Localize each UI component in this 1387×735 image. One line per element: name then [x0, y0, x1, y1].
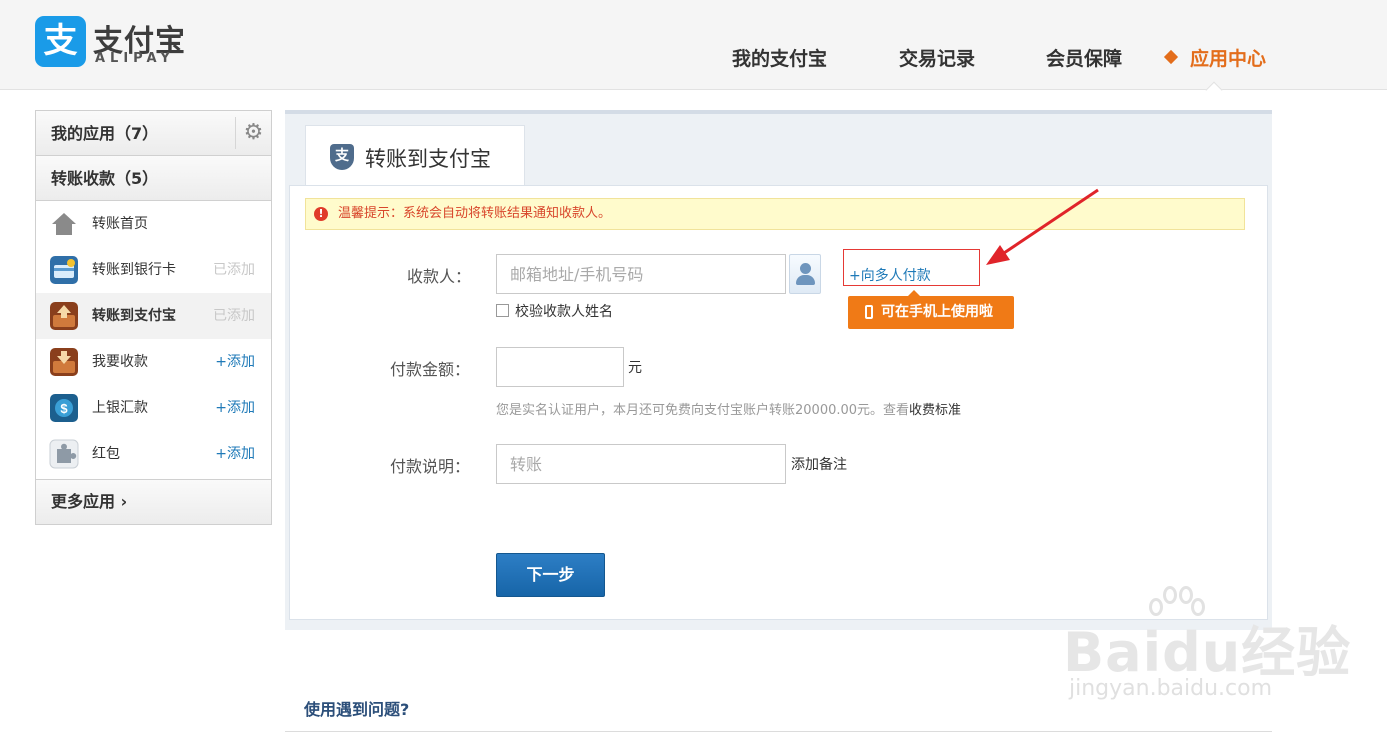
sidebar-item-bank-card[interactable]: 转账到银行卡 已添加 — [36, 247, 271, 293]
gear-icon[interactable]: ⚙ — [235, 117, 271, 149]
mobile-phone-icon — [865, 305, 873, 319]
amount-unit: 元 — [628, 360, 642, 376]
puzzle-icon — [49, 439, 79, 469]
added-status: 已添加 — [213, 262, 255, 278]
sidebar-transfer-group-label: 转账收款（5） — [51, 169, 159, 188]
watermark-sub: jingyan.baidu.com — [1069, 676, 1273, 701]
verify-name-option[interactable]: 校验收款人姓名 — [496, 301, 613, 321]
sidebar-item-red-packet[interactable]: 红包 +添加 — [36, 431, 271, 477]
fee-standard-link[interactable]: 收费标准 — [909, 403, 961, 418]
sidebar-item-transfer-home[interactable]: 转账首页 — [36, 201, 271, 247]
more-apps-label: 更多应用 — [51, 492, 116, 511]
alipay-transfer-icon — [50, 302, 78, 330]
sidebar-item-label: 转账到银行卡 — [92, 262, 176, 278]
add-app-link[interactable]: +添加 — [215, 339, 255, 385]
sidebar-my-apps-label: 我的应用（7） — [51, 124, 159, 143]
transfer-main-area: 支 转账到支付宝 ! 温馨提示：系统会自动将转账结果通知收款人。 收款人： +向… — [285, 110, 1272, 630]
receive-icon — [50, 348, 78, 376]
sidebar-transfer-group[interactable]: 转账收款（5） — [36, 156, 271, 201]
added-status: 已添加 — [213, 308, 255, 324]
warning-icon: ! — [314, 207, 328, 221]
note-input[interactable] — [496, 444, 786, 484]
verify-name-checkbox[interactable] — [496, 304, 509, 317]
note-label: 付款说明： — [390, 457, 471, 476]
nav-my-alipay[interactable]: 我的支付宝 — [732, 44, 827, 71]
payee-label: 收款人： — [407, 267, 472, 286]
tab-label: 转账到支付宝 — [365, 147, 491, 171]
nav-active-caret-icon — [1205, 81, 1223, 99]
sidebar-item-label: 我要收款 — [92, 354, 148, 370]
sidebar-more-apps[interactable]: 更多应用 › — [36, 479, 271, 524]
alipay-shield-icon: 支 — [330, 144, 354, 170]
sidebar-item-receive[interactable]: 我要收款 +添加 — [36, 339, 271, 385]
sidebar-item-label: 转账到支付宝 — [92, 308, 176, 324]
home-icon — [52, 213, 76, 235]
bank-card-icon — [50, 256, 78, 284]
sidebar-item-remittance[interactable]: $ 上银汇款 +添加 — [36, 385, 271, 431]
annotation-arrow-icon — [986, 188, 1099, 265]
top-header: 支 支付宝 ALIPAY 我的支付宝 交易记录 会员保障 应用中心 — [0, 0, 1387, 99]
verify-name-label: 校验收款人姓名 — [515, 304, 613, 320]
alipay-logo-icon: 支 — [35, 16, 86, 67]
sidebar-item-transfer-alipay[interactable]: 转账到支付宝 已添加 — [36, 293, 271, 339]
logo-english-text: ALIPAY — [95, 51, 175, 66]
add-app-link[interactable]: +添加 — [215, 431, 255, 477]
payee-input[interactable] — [496, 254, 786, 294]
remittance-icon: $ — [50, 394, 78, 422]
sidebar-item-label: 红包 — [92, 446, 120, 462]
mobile-available-badge: 可在手机上使用啦 — [848, 290, 1014, 329]
tip-text: 温馨提示：系统会自动将转账结果通知收款人。 — [338, 206, 612, 221]
mobile-badge-text: 可在手机上使用啦 — [881, 304, 993, 320]
amount-label: 付款金额： — [390, 360, 471, 379]
sidebar-my-apps[interactable]: 我的应用（7） ⚙ — [36, 111, 271, 156]
multi-payee-link[interactable]: +向多人付款 — [843, 249, 980, 286]
sidebar-item-label: 转账首页 — [92, 216, 148, 232]
svg-text:$: $ — [60, 401, 68, 416]
nav-transactions[interactable]: 交易记录 — [899, 44, 975, 71]
add-app-link[interactable]: +添加 — [215, 385, 255, 431]
sidebar-item-label: 上银汇款 — [92, 400, 148, 416]
chevron-right-icon: › — [120, 492, 128, 511]
tab-transfer-to-alipay[interactable]: 支 转账到支付宝 — [305, 125, 525, 189]
free-quota-description: 您是实名认证用户，本月还可免费向支付宝账户转账20000.00元。查看 — [496, 403, 910, 418]
alipay-logo[interactable]: 支 支付宝 ALIPAY — [35, 16, 185, 68]
faq-title[interactable]: 使用遇到问题? — [304, 696, 409, 720]
add-note-link[interactable]: 添加备注 — [791, 454, 847, 474]
nav-app-center[interactable]: 应用中心 — [1163, 44, 1267, 71]
sidebar: 我的应用（7） ⚙ 转账收款（5） 转账首页 转账到银行卡 已添加 转账到支付宝… — [35, 110, 272, 525]
contact-book-button[interactable] — [789, 254, 821, 294]
baidu-watermark: Baidu经验 jingyan.baidu.com — [1063, 584, 1350, 704]
next-step-button[interactable]: 下一步 — [496, 553, 605, 597]
contact-person-icon — [800, 263, 811, 274]
amount-input[interactable] — [496, 347, 624, 387]
free-quota-text: 您是实名认证用户，本月还可免费向支付宝账户转账20000.00元。查看收费标准 — [496, 399, 961, 418]
active-diamond-icon — [1163, 49, 1179, 65]
nav-app-center-label: 应用中心 — [1190, 48, 1267, 70]
nav-member-protection[interactable]: 会员保障 — [1046, 44, 1122, 71]
